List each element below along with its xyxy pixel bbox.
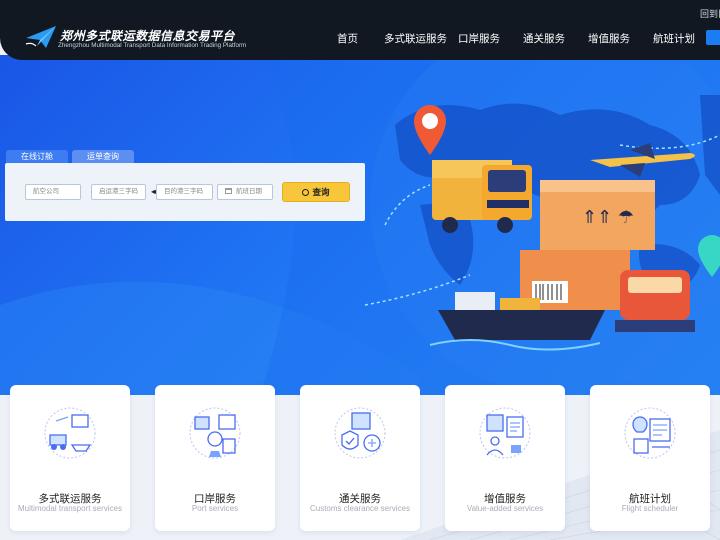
site-header: 郑州多式联运数据信息交易平台 Zhengzhou Multimodal Tran…	[0, 0, 720, 60]
nav-port[interactable]: 口岸服务	[458, 31, 500, 46]
flight-scheduler-icon	[624, 407, 676, 459]
service-card-value-added[interactable]: 增值服务 Value-added services	[445, 385, 565, 531]
search-button[interactable]: 查询	[282, 182, 350, 202]
old-version-link[interactable]: 回到旧版	[700, 7, 720, 20]
card-subtitle: Multimodal transport services	[17, 504, 123, 513]
card-subtitle: Customs clearance services	[309, 504, 411, 513]
service-card-flight-scheduler[interactable]: 航班计划 Flight scheduler	[590, 385, 710, 531]
search-panel: 航空公司 启运港三字码 ◂▸ 目的港三字码 航班日期 查询	[5, 163, 365, 221]
search-button-label: 查询	[312, 187, 330, 197]
login-button[interactable]	[706, 30, 720, 45]
customs-clearance-icon	[334, 407, 386, 459]
search-icon	[302, 189, 310, 196]
hero-banner: ⇑⇑ ☂	[0, 55, 720, 395]
main-nav: 首页 多式联运服务 口岸服务 通关服务 增值服务 航班计划	[0, 31, 720, 45]
nav-customs[interactable]: 通关服务	[523, 31, 565, 46]
logistics-illustration: ⇑⇑ ☂	[0, 55, 720, 395]
svg-text:⇑⇑ ☂: ⇑⇑ ☂	[582, 207, 634, 228]
nav-home[interactable]: 首页	[337, 31, 358, 46]
service-card-port[interactable]: 口岸服务 Port services	[155, 385, 275, 531]
card-subtitle: Port services	[191, 504, 239, 513]
destination-port-input[interactable]: 目的港三字码	[156, 184, 213, 200]
service-card-multimodal[interactable]: 多式联运服务 Multimodal transport services	[10, 385, 130, 531]
tab-online-booking[interactable]: 在线订舱	[6, 150, 68, 163]
flight-date-input[interactable]: 航班日期	[217, 184, 273, 200]
nav-flight-plan[interactable]: 航班计划	[653, 31, 695, 46]
calendar-icon	[225, 188, 232, 194]
port-services-icon	[189, 407, 241, 459]
card-subtitle: Value-added services	[466, 504, 544, 513]
card-subtitle: Flight scheduler	[621, 504, 679, 513]
tab-waybill-query[interactable]: 运单查询	[72, 150, 134, 163]
nav-value-added[interactable]: 增值服务	[588, 31, 630, 46]
service-card-customs[interactable]: 通关服务 Customs clearance services	[300, 385, 420, 531]
airline-input[interactable]: 航空公司	[25, 184, 81, 200]
nav-multimodal[interactable]: 多式联运服务	[384, 31, 447, 46]
value-added-services-icon	[479, 407, 531, 459]
flight-date-placeholder: 航班日期	[236, 188, 262, 195]
multimodal-transport-icon	[44, 407, 96, 459]
origin-port-input[interactable]: 启运港三字码	[91, 184, 146, 200]
